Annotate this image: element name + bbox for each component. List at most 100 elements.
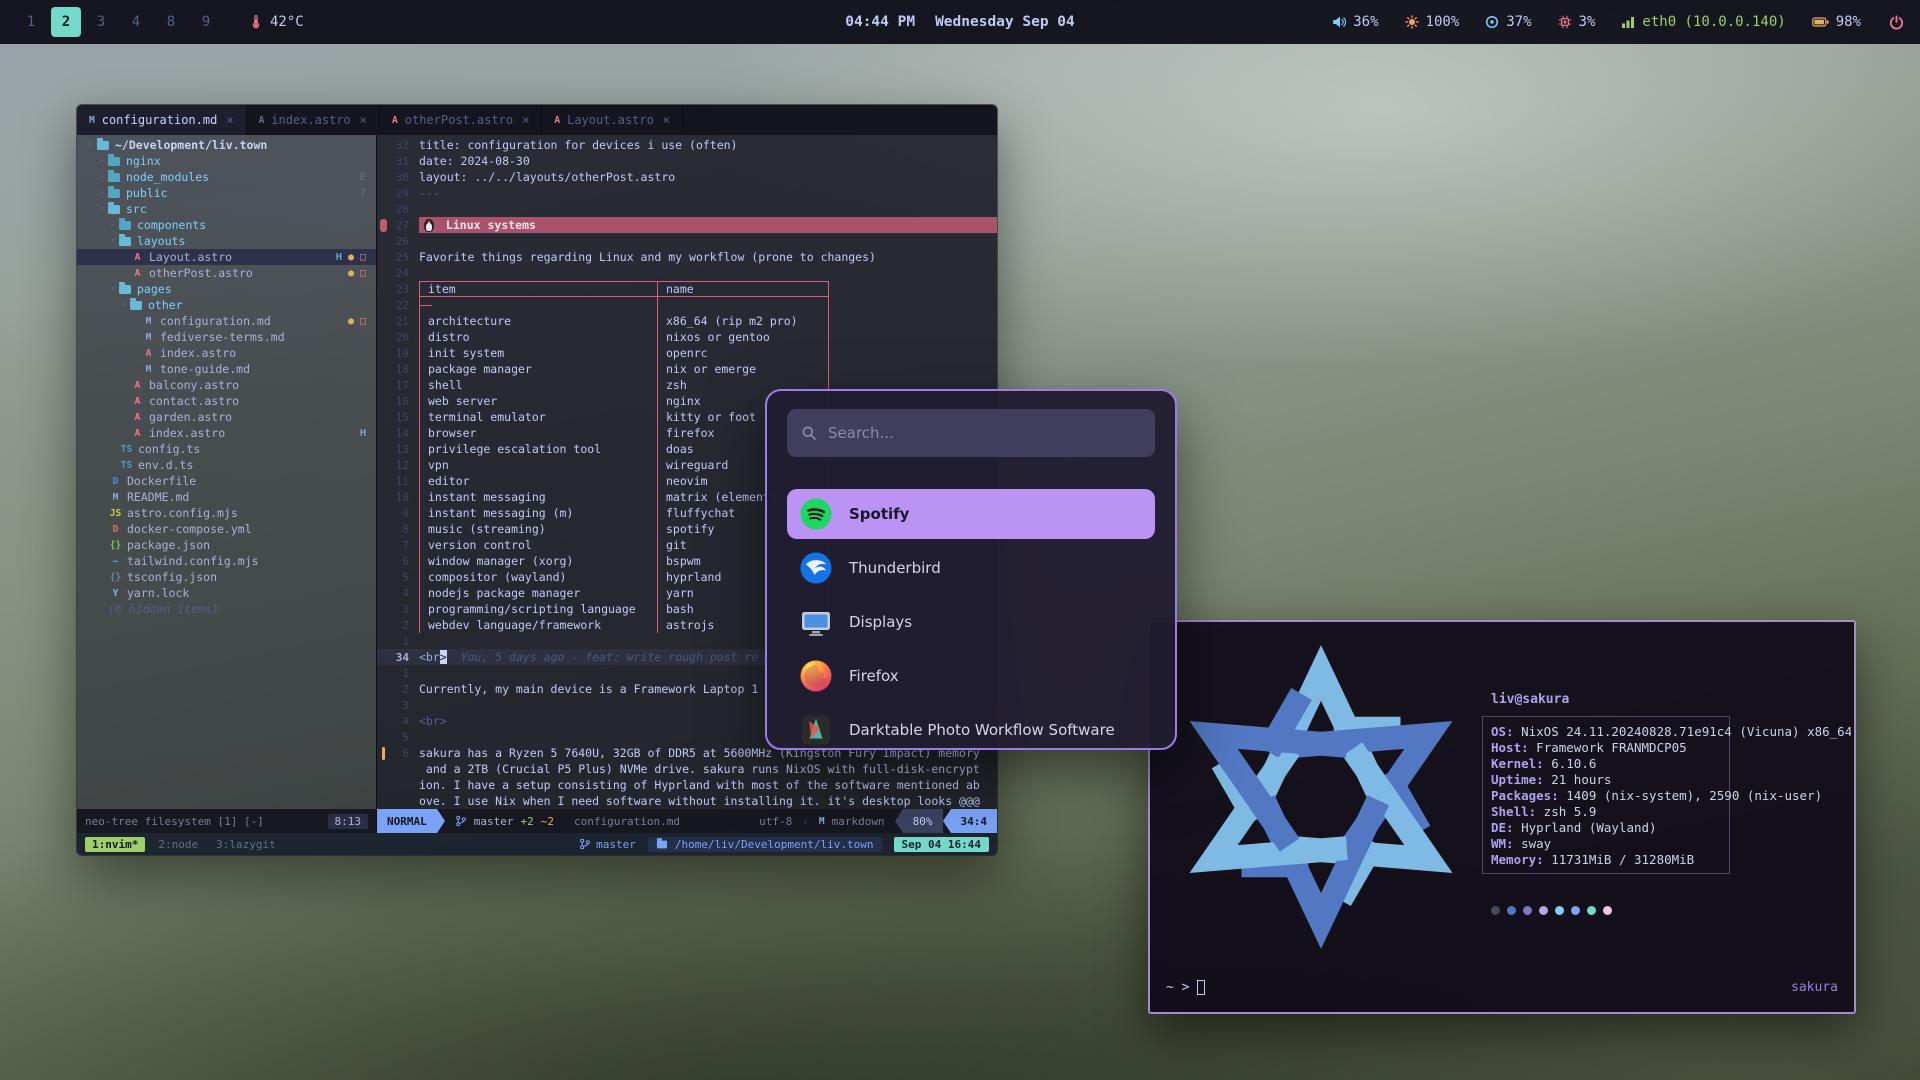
- buffer-line[interactable]: 31date: 2024-08-30: [377, 153, 997, 169]
- buffer-line[interactable]: 22: [377, 297, 997, 313]
- buffer-line[interactable]: ion. I have a setup consisting of Hyprla…: [377, 777, 997, 793]
- tree-item[interactable]: ▸public?: [77, 185, 376, 201]
- buffer-line[interactable]: 19init systemopenrc: [377, 345, 997, 361]
- buffer-line[interactable]: 28: [377, 201, 997, 217]
- line-number: 4: [389, 715, 419, 728]
- line-number: 21: [389, 315, 419, 328]
- tree-item[interactable]: Acontact.astro: [77, 393, 376, 409]
- tree-item[interactable]: ▸node_modulesE: [77, 169, 376, 185]
- tree-item[interactable]: ▸components: [77, 217, 376, 233]
- buffer-line[interactable]: 26: [377, 233, 997, 249]
- launcher-item-displays[interactable]: Displays: [787, 597, 1155, 647]
- tree-item[interactable]: Aindex.astroH: [77, 425, 376, 441]
- tree-item[interactable]: Ddocker-compose.yml: [77, 521, 376, 537]
- tab-close-icon[interactable]: ×: [522, 113, 529, 127]
- tree-item[interactable]: ~tailwind.config.mjs: [77, 553, 376, 569]
- workspace-button[interactable]: 1: [16, 7, 46, 37]
- line-number: 6: [389, 747, 419, 760]
- tree-item[interactable]: Mtone-guide.md: [77, 361, 376, 377]
- workspace-button[interactable]: 9: [191, 7, 221, 37]
- tree-item[interactable]: Agarden.astro: [77, 409, 376, 425]
- launcher-item-firefox[interactable]: Firefox: [787, 651, 1155, 701]
- tree-item[interactable]: MREADME.md: [77, 489, 376, 505]
- tree-item[interactable]: TSenv.d.ts: [77, 457, 376, 473]
- buffer-line[interactable]: 21architecturex86_64 (rip m2 pro): [377, 313, 997, 329]
- tab-configuration.md[interactable]: Mconfiguration.md×: [77, 105, 247, 135]
- buffer-line[interactable]: 30layout: ../../layouts/otherPost.astro: [377, 169, 997, 185]
- tree-item[interactable]: DDockerfile: [77, 473, 376, 489]
- buffer-line[interactable]: and a 2TB (Crucial P5 Plus) NVMe drive. …: [377, 761, 997, 777]
- buffer-line[interactable]: 24: [377, 265, 997, 281]
- tree-item[interactable]: {}tsconfig.json: [77, 569, 376, 585]
- tree-item[interactable]: ▾~/Development/liv.town: [77, 137, 376, 153]
- tab-close-icon[interactable]: ×: [663, 113, 670, 127]
- statusline-right: utf-8 M markdown 80% 34:4: [749, 809, 997, 833]
- cursor-position: 34:4: [951, 809, 998, 833]
- workspace-button[interactable]: 2: [51, 7, 81, 37]
- network-icon: [1621, 15, 1635, 29]
- tmux-path: /home/liv/Development/liv.town: [675, 838, 874, 851]
- temperature-value: 42°C: [270, 14, 304, 30]
- buffer-line[interactable]: 32title: configuration for devices i use…: [377, 137, 997, 153]
- tree-item[interactable]: JSastro.config.mjs: [77, 505, 376, 521]
- tree-item[interactable]: ▾layouts: [77, 233, 376, 249]
- palette-dot: [1555, 906, 1564, 915]
- tree-item[interactable]: ▾other: [77, 297, 376, 313]
- tree-item[interactable]: ALayout.astroH●□: [77, 249, 376, 265]
- line-number: 24: [389, 267, 419, 280]
- buffer-line[interactable]: 27 Linux systems: [377, 217, 997, 233]
- workspace-button[interactable]: 8: [156, 7, 186, 37]
- tmux-window-1:nvim*[interactable]: 1:nvim*: [85, 837, 145, 852]
- tree-item[interactable]: {}package.json: [77, 537, 376, 553]
- tmux-window-2:node[interactable]: 2:node: [153, 837, 203, 852]
- line-text: package managernix or emerge: [419, 361, 997, 377]
- tab-otherPost.astro[interactable]: AotherPost.astro×: [380, 105, 542, 135]
- tree-item[interactable]: AotherPost.astro●□: [77, 265, 376, 281]
- tree-item[interactable]: TSconfig.ts: [77, 441, 376, 457]
- workspace-button[interactable]: 3: [86, 7, 116, 37]
- line-number: 28: [389, 203, 419, 216]
- line-number: 30: [389, 171, 419, 184]
- heading-text: Linux systems: [439, 218, 536, 232]
- fetch-label: Host:: [1491, 740, 1529, 755]
- launcher-item-darktable-photo-workflow-software[interactable]: Darktable Photo Workflow Software: [787, 705, 1155, 750]
- tree-item[interactable]: Mconfiguration.md●□: [77, 313, 376, 329]
- file-icon: A: [259, 115, 265, 126]
- launcher-item-thunderbird[interactable]: Thunderbird: [787, 543, 1155, 593]
- tree-item-name: yarn.lock: [127, 586, 189, 600]
- buffer-line[interactable]: 29---: [377, 185, 997, 201]
- tree-item-name: src: [126, 202, 147, 216]
- buffer-line[interactable]: 25Favorite things regarding Linux and my…: [377, 249, 997, 265]
- workspace-button[interactable]: 4: [121, 7, 151, 37]
- fetch-label: OS:: [1491, 724, 1514, 739]
- tmux-window-3:lazygit[interactable]: 3:lazygit: [211, 837, 281, 852]
- tree-item[interactable]: Aindex.astro: [77, 345, 376, 361]
- tree-item[interactable]: ▾pages: [77, 281, 376, 297]
- tree-item[interactable]: Yyarn.lock: [77, 585, 376, 601]
- tree-item[interactable]: Abalcony.astro: [77, 377, 376, 393]
- buffer-line[interactable]: 18package managernix or emerge: [377, 361, 997, 377]
- shell-prompt[interactable]: ~ >: [1166, 980, 1205, 995]
- temperature-module: 42°C: [249, 14, 304, 30]
- buffer-line[interactable]: ove. I use Nix when I need software with…: [377, 793, 997, 809]
- buffer-line[interactable]: 20distronixos or gentoo: [377, 329, 997, 345]
- file-icon: A: [130, 380, 145, 391]
- network-value: eth0 (10.0.0.140): [1642, 14, 1785, 30]
- tree-item[interactable]: Mfediverse-terms.md: [77, 329, 376, 345]
- tree-item[interactable]: ▸nginx: [77, 153, 376, 169]
- line-text: [419, 297, 997, 313]
- tab-close-icon[interactable]: ×: [360, 113, 367, 127]
- tab-close-icon[interactable]: ×: [226, 113, 233, 127]
- launcher-item-spotify[interactable]: Spotify: [787, 489, 1155, 539]
- tab-Layout.astro[interactable]: ALayout.astro×: [542, 105, 683, 135]
- tab-index.astro[interactable]: Aindex.astro×: [247, 105, 380, 135]
- tree-item[interactable]: ▾src: [77, 201, 376, 217]
- buffer-line[interactable]: 23itemname: [377, 281, 997, 297]
- line-number: 9: [389, 507, 419, 520]
- power-button[interactable]: [1889, 15, 1904, 30]
- palette-dot: [1507, 906, 1516, 915]
- palette-dot: [1523, 906, 1532, 915]
- search-input[interactable]: [828, 424, 1141, 442]
- tree-item[interactable]: (6 hidden items): [77, 601, 376, 617]
- terminal-window[interactable]: liv@sakura OS: NixOS 24.11.20240828.71e9…: [1148, 620, 1856, 1014]
